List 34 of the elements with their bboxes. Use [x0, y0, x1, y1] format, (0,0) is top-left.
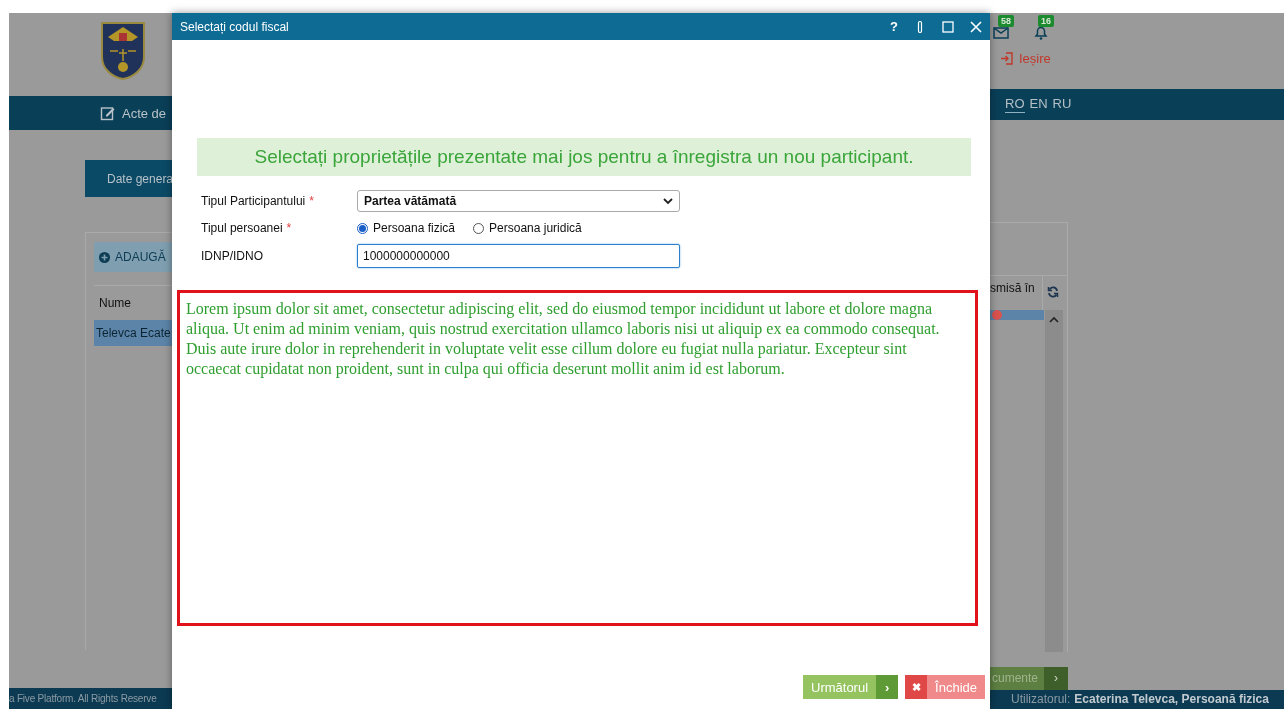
logout-icon: [1000, 52, 1013, 65]
language-link[interactable]: EN: [1029, 95, 1048, 113]
nav-item[interactable]: Acte de: [100, 105, 167, 121]
dialog-title: Selectați codul fiscal: [180, 19, 290, 34]
edit-icon: [100, 105, 116, 121]
shield-logo: [100, 21, 146, 81]
table-row[interactable]: Televca Ecate: [94, 320, 172, 346]
radio-option[interactable]: Persoana fizică: [357, 221, 456, 235]
close-icon[interactable]: [970, 20, 982, 33]
chevron-down-icon: [663, 197, 673, 205]
help-button[interactable]: ?: [890, 19, 898, 34]
idnp-input-field[interactable]: 1000000000000: [357, 244, 680, 268]
plus-icon: [99, 251, 110, 263]
documents-button[interactable]: cumente ›: [990, 666, 1068, 690]
field-label: IDNP/IDNO: [201, 249, 264, 263]
refresh-icon[interactable]: [1047, 286, 1059, 299]
maximize-icon[interactable]: [942, 20, 954, 33]
language-link[interactable]: RO: [1005, 95, 1025, 113]
instruction-banner: Selectați proprietățile prezentate mai jos pentru a înregistra un nou participant.: [197, 138, 971, 176]
count-badge: 16: [1038, 15, 1054, 27]
column-header: Nume: [99, 296, 131, 310]
next-button[interactable]: Următorul ›: [803, 675, 899, 699]
scroll-up-icon[interactable]: [1049, 316, 1059, 325]
notice-text: Lorem ipsum dolor sit amet, consectetur adipiscing elit, sed do eiusmod tempor incididunt ut labore et dolore magna aliqua. Ut enim ad minim veniam, quis nostrud exercitation ullamco laboris nisi ut aliquip ex ea commodo consequat. Duis aute irure dolor in reprehenderit in voluptate velit esse cillum dolore eu fugiat nulla pariatur. Excepteur sint occaecat cupidatat non proident, sunt in culpa qui officia deserunt mollit anim id est laborum.: [177, 290, 978, 626]
add-button[interactable]: ADAUGĂ: [94, 242, 172, 272]
copyright-text: a Five Platform. All Rights Reserve: [9, 693, 157, 704]
language-link[interactable]: RU: [1052, 95, 1072, 113]
radio-option[interactable]: Persoana juridică: [473, 221, 582, 235]
user-info-text: Utilizatorul: Ecaterina Televca, Persoană fizica: [1011, 692, 1269, 707]
count-badge: 58: [998, 15, 1014, 27]
participant-type-dropdown[interactable]: Partea vătămată: [357, 190, 680, 212]
field-label: Tipul persoanei *: [201, 221, 293, 235]
close-button[interactable]: ✖ Închide: [905, 675, 985, 699]
field-label: Tipul Participantului *: [201, 194, 315, 208]
